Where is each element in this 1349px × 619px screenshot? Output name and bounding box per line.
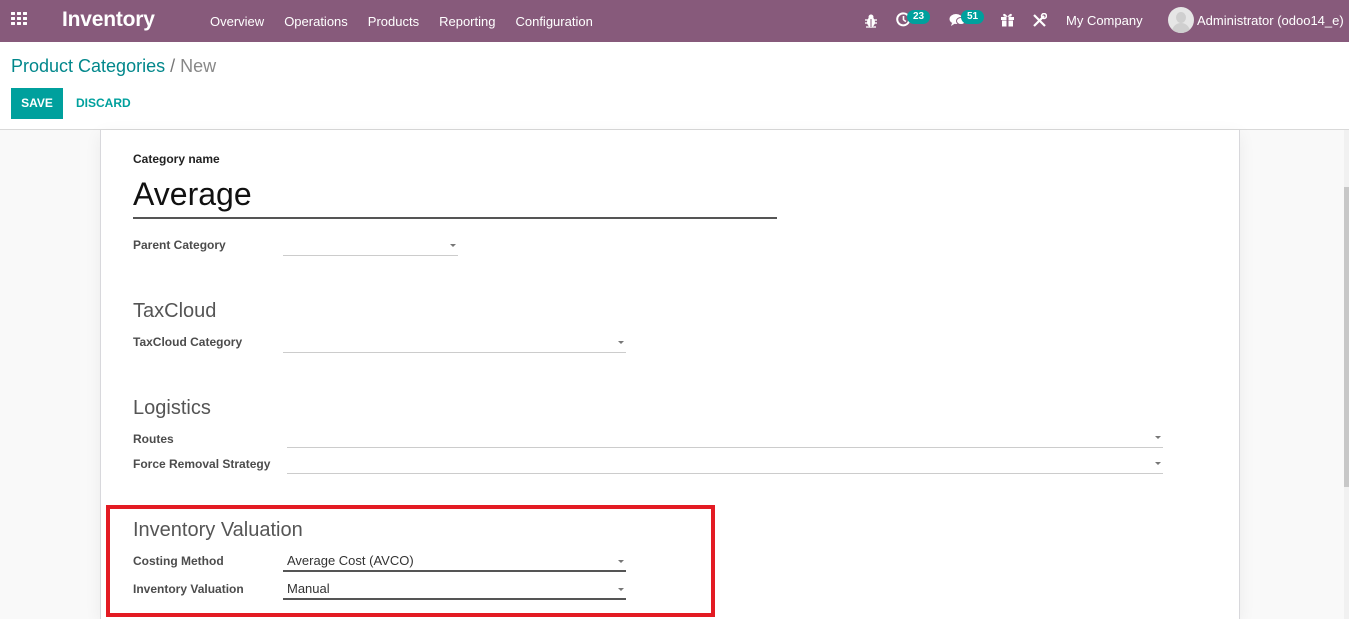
- caret-down-icon: [618, 341, 624, 344]
- tools-icon[interactable]: [1032, 12, 1048, 33]
- category-name-label: Category name: [133, 152, 220, 166]
- app-title[interactable]: Inventory: [62, 8, 155, 32]
- routes-select[interactable]: [287, 428, 1163, 448]
- bug-icon[interactable]: [864, 13, 878, 33]
- caret-down-icon: [1155, 462, 1161, 465]
- activity-count-badge: 23: [907, 10, 931, 24]
- save-button[interactable]: SAVE: [11, 88, 63, 119]
- main-menu: Overview Operations Products Reporting C…: [210, 0, 613, 42]
- menu-overview[interactable]: Overview: [210, 14, 264, 29]
- inventory-valuation-group-title: Inventory Valuation: [133, 519, 303, 541]
- caret-down-icon: [450, 244, 456, 247]
- inventory-valuation-label: Inventory Valuation: [133, 582, 244, 596]
- taxcloud-category-label: TaxCloud Category: [133, 335, 243, 349]
- discard-button[interactable]: DISCARD: [76, 88, 131, 119]
- control-panel: Product Categories / New SAVE DISCARD: [0, 42, 1349, 130]
- category-name-input[interactable]: Average: [133, 172, 777, 219]
- gift-icon[interactable]: [1000, 12, 1015, 32]
- inventory-valuation-value: Manual: [287, 581, 330, 596]
- scrollbar-thumb[interactable]: [1344, 187, 1349, 487]
- apps-menu-icon[interactable]: [11, 12, 29, 27]
- menu-operations[interactable]: Operations: [284, 14, 348, 29]
- user-avatar[interactable]: [1168, 7, 1194, 33]
- removal-strategy-select[interactable]: [287, 454, 1163, 474]
- top-navbar: Inventory Overview Operations Products R…: [0, 0, 1349, 42]
- logistics-group-title: Logistics: [133, 397, 211, 419]
- breadcrumb-product-categories[interactable]: Product Categories: [11, 56, 165, 76]
- caret-down-icon: [1155, 436, 1161, 439]
- costing-method-select[interactable]: Average Cost (AVCO): [283, 552, 626, 572]
- taxcloud-category-select[interactable]: [283, 333, 626, 353]
- removal-strategy-label: Force Removal Strategy: [133, 457, 271, 471]
- taxcloud-group-title: TaxCloud: [133, 300, 217, 322]
- costing-method-label: Costing Method: [133, 554, 224, 568]
- menu-products[interactable]: Products: [368, 14, 419, 29]
- messages-count-badge: 51: [961, 10, 985, 24]
- caret-down-icon: [618, 588, 624, 591]
- menu-configuration[interactable]: Configuration: [515, 14, 592, 29]
- routes-label: Routes: [133, 432, 174, 446]
- parent-category-label: Parent Category: [133, 238, 226, 252]
- form-sheet: Category name Average Parent Category Ta…: [100, 130, 1240, 619]
- breadcrumb: Product Categories / New: [11, 56, 216, 77]
- inventory-valuation-select[interactable]: Manual: [283, 580, 626, 600]
- company-switcher[interactable]: My Company: [1066, 13, 1143, 28]
- costing-method-value: Average Cost (AVCO): [287, 553, 414, 568]
- menu-reporting[interactable]: Reporting: [439, 14, 495, 29]
- parent-category-select[interactable]: [283, 236, 458, 256]
- user-menu[interactable]: Administrator (odoo14_e): [1197, 13, 1344, 28]
- vertical-scrollbar[interactable]: [1344, 130, 1349, 619]
- caret-down-icon: [618, 560, 624, 563]
- breadcrumb-separator: /: [170, 56, 176, 76]
- breadcrumb-current: New: [180, 56, 217, 76]
